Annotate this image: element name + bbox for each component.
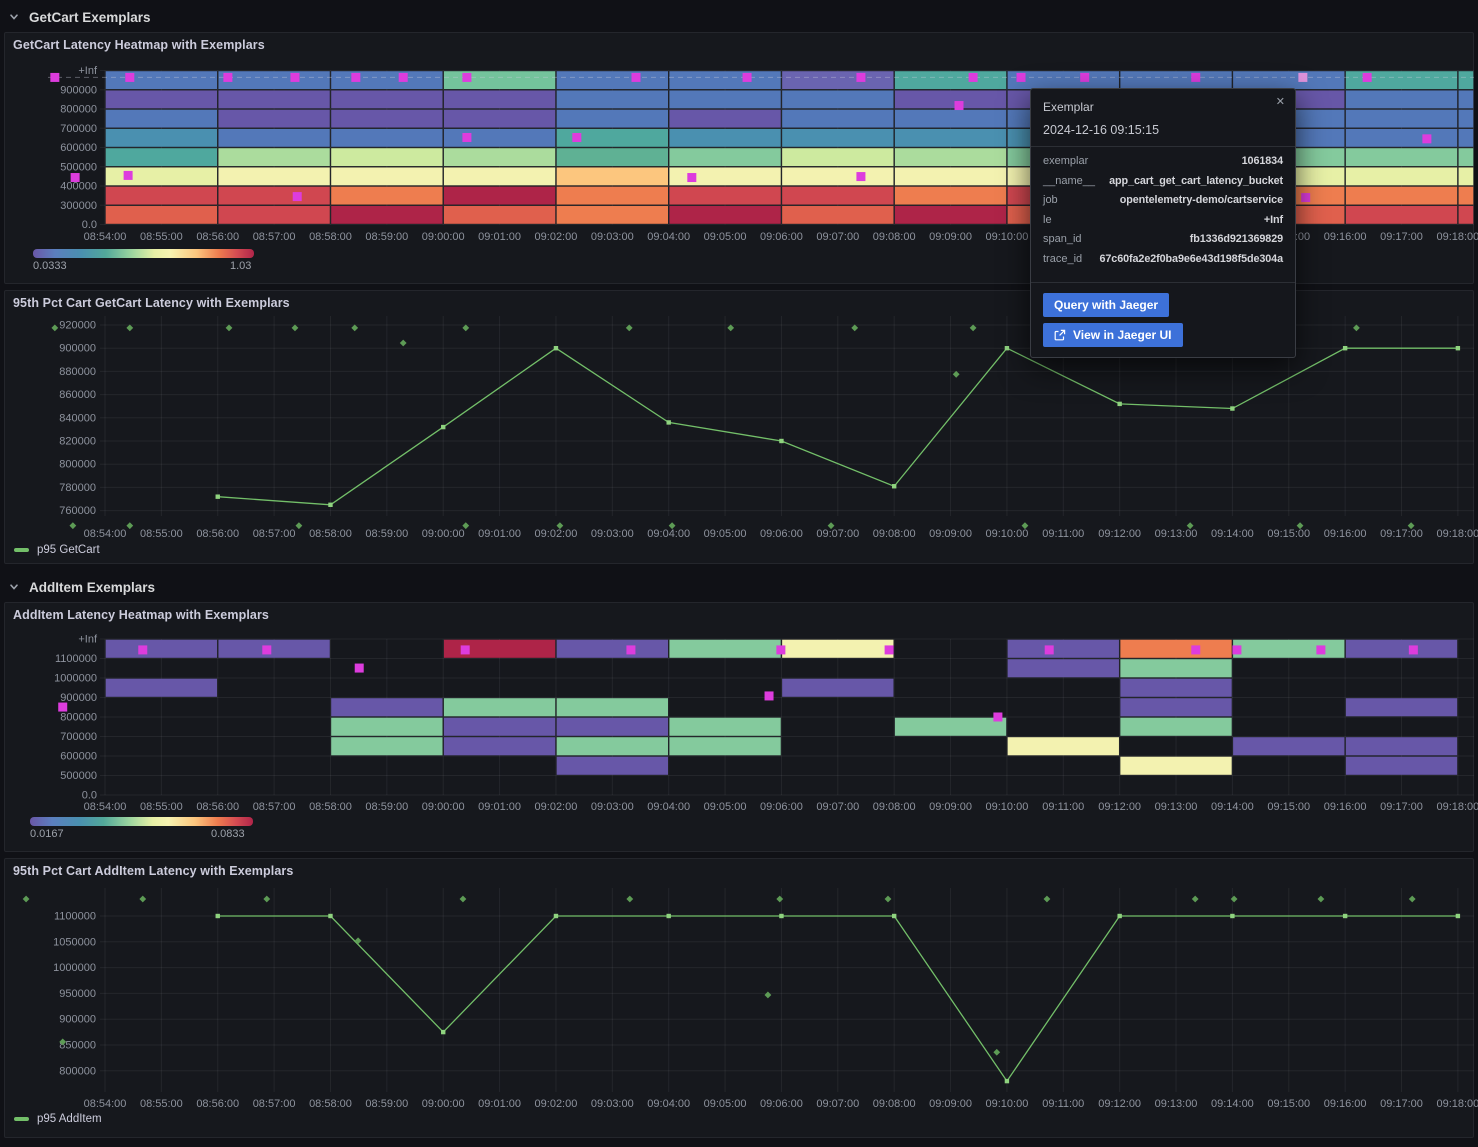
chevron-down-icon <box>8 11 20 23</box>
panel-title[interactable]: 95th Pct Cart GetCart Latency with Exemp… <box>13 296 290 310</box>
tooltip-field-row: trace_id 67c60fa2e2f0ba9e6e43d198f5de304a <box>1043 253 1283 273</box>
tooltip-header: Exemplar ✕ 2024-12-16 09:15:15 <box>1031 89 1295 147</box>
section-header-additem[interactable]: AddItem Exemplars <box>8 576 155 598</box>
field-key: le <box>1043 214 1052 226</box>
color-scale-min: 0.0167 <box>30 828 64 840</box>
section-header-getcart[interactable]: GetCart Exemplars <box>8 6 151 28</box>
panel-title[interactable]: GetCart Latency Heatmap with Exemplars <box>13 38 265 52</box>
tooltip-field-row: le +Inf <box>1043 214 1283 234</box>
heatmap-color-scale <box>30 817 253 826</box>
legend-line-icon <box>14 1117 29 1121</box>
field-key: __name__ <box>1043 175 1095 187</box>
field-value: +Inf <box>1058 214 1283 226</box>
color-scale-min: 0.0333 <box>33 260 67 272</box>
field-value: app_cart_get_cart_latency_bucket <box>1101 175 1283 187</box>
panel-title[interactable]: AddItem Latency Heatmap with Exemplars <box>13 608 269 622</box>
section-title: GetCart Exemplars <box>29 10 151 25</box>
tooltip-timestamp: 2024-12-16 09:15:15 <box>1043 123 1283 137</box>
external-link-icon <box>1054 329 1066 341</box>
tooltip-actions: Query with Jaeger View in Jaeger UI <box>1031 283 1295 357</box>
field-value: 1061834 <box>1094 155 1283 167</box>
legend-label: p95 GetCart <box>37 544 100 556</box>
button-label: View in Jaeger UI <box>1073 328 1172 342</box>
color-scale-max: 0.0833 <box>211 828 245 840</box>
grafana-dashboard: GetCart Exemplars GetCart Latency Heatma… <box>0 0 1478 1147</box>
button-label: Query with Jaeger <box>1054 298 1158 312</box>
panel-additem-heatmap: AddItem Latency Heatmap with Exemplars <box>4 602 1474 852</box>
section-title: AddItem Exemplars <box>29 580 155 595</box>
view-in-jaeger-ui-button[interactable]: View in Jaeger UI <box>1043 323 1183 347</box>
panel-additem-line: 95th Pct Cart AddItem Latency with Exemp… <box>4 858 1474 1138</box>
tooltip-field-row: span_id fb1336d921369829 <box>1043 233 1283 253</box>
tooltip-field-row: __name__ app_cart_get_cart_latency_bucket <box>1043 175 1283 195</box>
field-value: fb1336d921369829 <box>1088 233 1283 245</box>
series-legend-additem[interactable]: p95 AddItem <box>14 1113 102 1125</box>
field-value: 67c60fa2e2f0ba9e6e43d198f5de304a <box>1088 253 1283 265</box>
exemplar-tooltip: Exemplar ✕ 2024-12-16 09:15:15 exemplar 1… <box>1030 88 1296 358</box>
field-key: span_id <box>1043 233 1082 245</box>
field-value: opentelemetry-demo/cartservice <box>1064 194 1283 206</box>
heatmap-color-scale <box>33 249 254 258</box>
tooltip-field-row: exemplar 1061834 <box>1043 155 1283 175</box>
close-icon[interactable]: ✕ <box>1276 97 1285 108</box>
tooltip-fields: exemplar 1061834 __name__ app_cart_get_cart… <box>1031 147 1295 283</box>
field-key: trace_id <box>1043 253 1082 265</box>
color-scale-max: 1.03 <box>230 260 251 272</box>
legend-line-icon <box>14 548 29 552</box>
series-legend-getcart[interactable]: p95 GetCart <box>14 544 100 556</box>
legend-label: p95 AddItem <box>37 1113 102 1125</box>
tooltip-field-row: job opentelemetry-demo/cartservice <box>1043 194 1283 214</box>
panel-title[interactable]: 95th Pct Cart AddItem Latency with Exemp… <box>13 864 293 878</box>
query-with-jaeger-button[interactable]: Query with Jaeger <box>1043 293 1169 317</box>
tooltip-title: Exemplar <box>1043 100 1283 114</box>
chevron-down-icon <box>8 581 20 593</box>
field-key: job <box>1043 194 1058 206</box>
field-key: exemplar <box>1043 155 1088 167</box>
